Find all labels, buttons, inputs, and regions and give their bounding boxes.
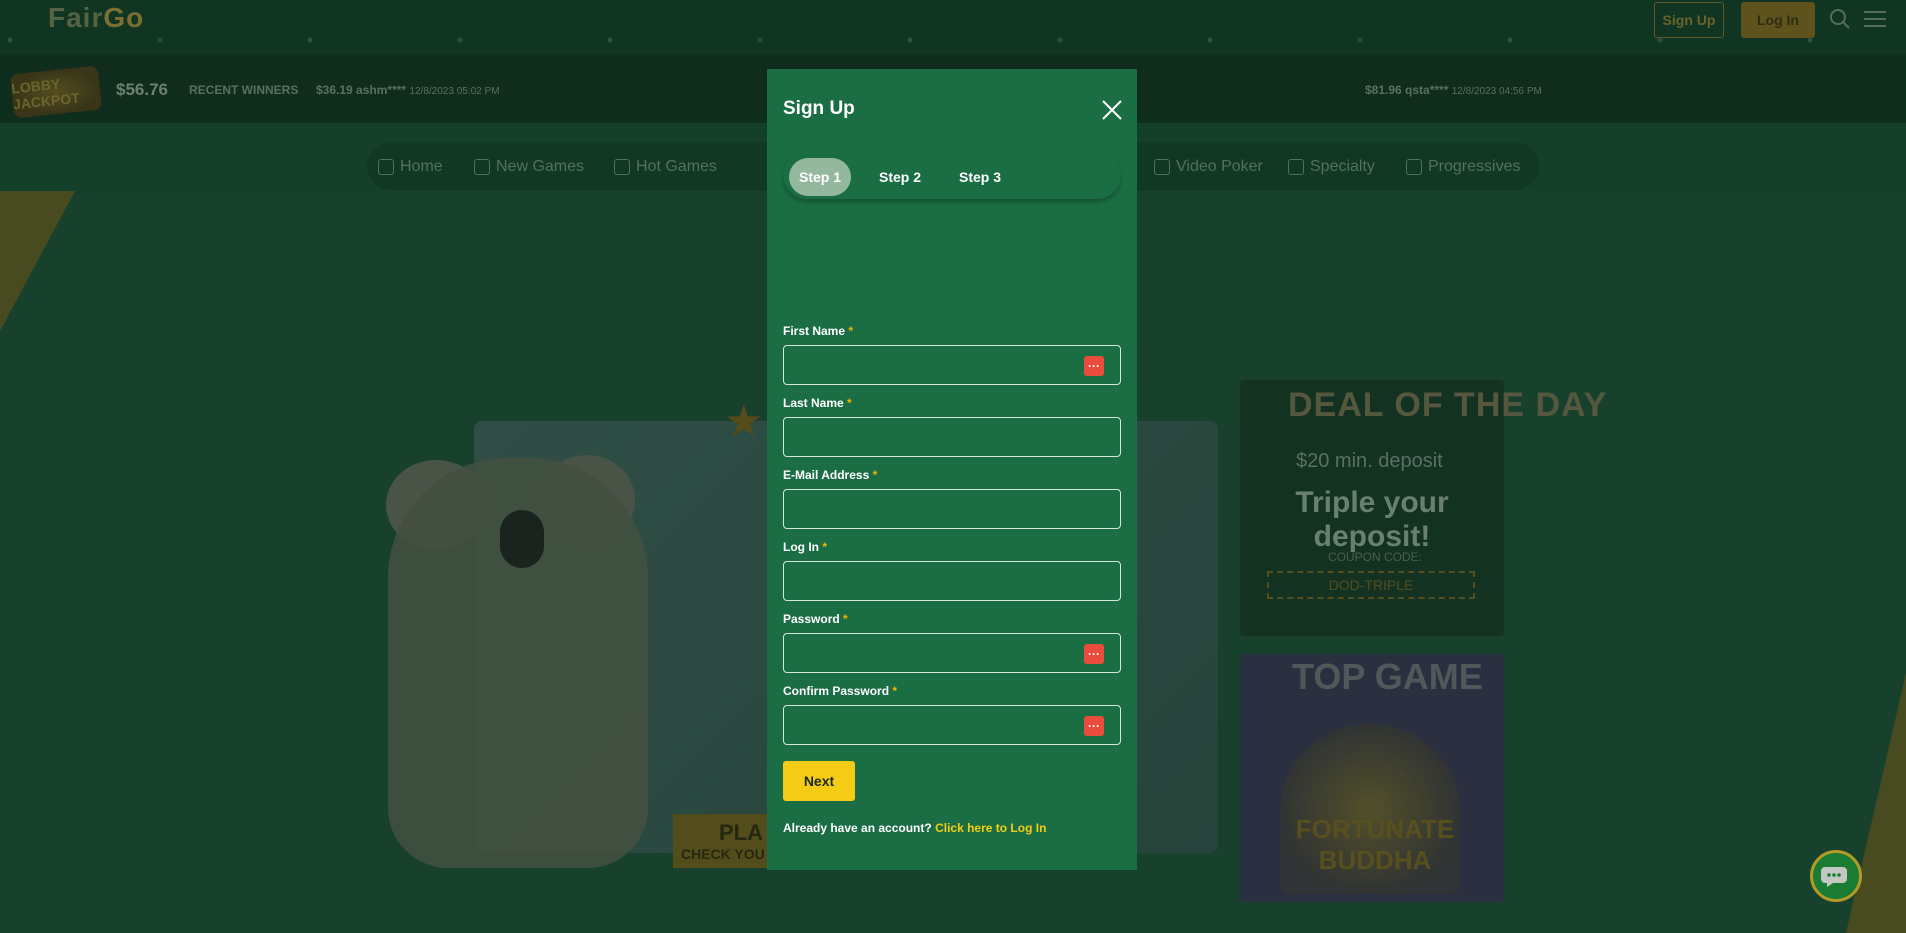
- confirm-password-label-text: Confirm Password: [783, 684, 890, 698]
- email-label-text: E-Mail Address: [783, 468, 870, 482]
- first-name-label: First Name *: [783, 324, 853, 338]
- last-name-label-text: Last Name: [783, 396, 844, 410]
- required-mark: *: [822, 540, 828, 554]
- last-name-input[interactable]: [784, 418, 1120, 456]
- required-mark: *: [848, 324, 854, 338]
- required-mark: *: [843, 612, 848, 626]
- signup-modal: Sign Up Step 1 Step 2 Step 3 First Name …: [767, 69, 1137, 870]
- step-1-tab[interactable]: Step 1: [789, 158, 851, 196]
- email-label: E-Mail Address *: [783, 468, 877, 482]
- password-manager-icon[interactable]: ···: [1084, 644, 1104, 664]
- password-label-text: Password: [783, 612, 840, 626]
- step-2-tab[interactable]: Step 2: [869, 158, 931, 196]
- email-field[interactable]: [783, 489, 1121, 529]
- confirm-password-input[interactable]: [784, 706, 1120, 744]
- first-name-field[interactable]: ···: [783, 345, 1121, 385]
- login-input[interactable]: [784, 562, 1120, 600]
- last-name-field[interactable]: [783, 417, 1121, 457]
- close-icon[interactable]: [1100, 98, 1124, 122]
- step-3-tab[interactable]: Step 3: [949, 158, 1011, 196]
- modal-title: Sign Up: [783, 98, 855, 119]
- required-mark: *: [847, 396, 852, 410]
- login-field[interactable]: [783, 561, 1121, 601]
- required-mark: *: [872, 468, 878, 482]
- login-label-text: Log In: [783, 540, 819, 554]
- first-name-label-text: First Name: [783, 324, 846, 338]
- email-input[interactable]: [784, 490, 1120, 528]
- password-label: Password *: [783, 612, 848, 626]
- password-manager-icon[interactable]: ···: [1084, 716, 1104, 736]
- already-text: Already have an account?: [783, 821, 932, 835]
- last-name-label: Last Name *: [783, 396, 852, 410]
- login-label: Log In *: [783, 540, 827, 554]
- first-name-input[interactable]: [784, 346, 1120, 384]
- required-mark: *: [892, 684, 898, 698]
- confirm-password-label: Confirm Password *: [783, 684, 897, 698]
- login-link[interactable]: Click here to Log In: [935, 821, 1046, 835]
- password-field[interactable]: ···: [783, 633, 1121, 673]
- next-button[interactable]: Next: [783, 761, 855, 801]
- password-manager-icon[interactable]: ···: [1084, 356, 1104, 376]
- password-input[interactable]: [784, 634, 1120, 672]
- confirm-password-field[interactable]: ···: [783, 705, 1121, 745]
- already-have-account: Already have an account? Click here to L…: [783, 821, 1046, 835]
- signup-steps: Step 1 Step 2 Step 3: [783, 151, 1121, 199]
